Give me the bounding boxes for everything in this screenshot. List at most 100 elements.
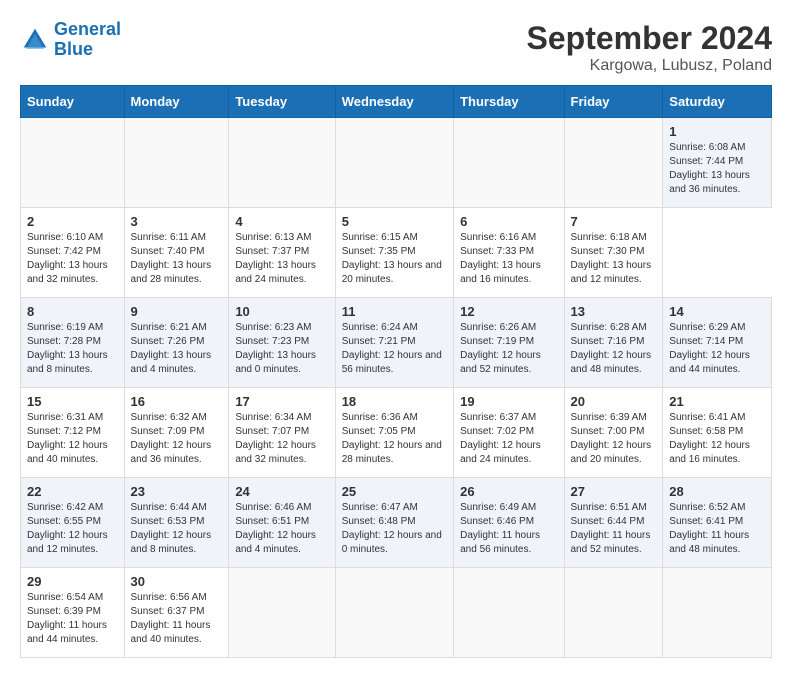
page-header: General Blue September 2024 Kargowa, Lub… — [20, 20, 772, 75]
day-info: Sunrise: 6:47 AMSunset: 6:48 PMDaylight:… — [342, 501, 447, 557]
logo-line1: General — [54, 19, 121, 39]
day-number: 16 — [131, 394, 223, 409]
day-info: Sunrise: 6:21 AMSunset: 7:26 PMDaylight:… — [131, 321, 223, 377]
calendar-week-row: 22 Sunrise: 6:42 AMSunset: 6:55 PMDayligh… — [21, 478, 772, 568]
calendar-cell: 6 Sunrise: 6:16 AMSunset: 7:33 PMDaylight… — [454, 208, 564, 298]
calendar-cell: 10Sunrise: 6:23 AMSunset: 7:23 PMDayligh… — [229, 298, 335, 388]
day-number: 13 — [571, 304, 657, 319]
calendar-cell: 21Sunrise: 6:41 AMSunset: 6:58 PMDayligh… — [663, 388, 772, 478]
day-info: Sunrise: 6:26 AMSunset: 7:19 PMDaylight:… — [460, 321, 557, 377]
day-info: Sunrise: 6:13 AMSunset: 7:37 PMDaylight:… — [235, 231, 328, 287]
day-info: Sunrise: 6:44 AMSunset: 6:53 PMDaylight:… — [131, 501, 223, 557]
day-info: Sunrise: 6:31 AMSunset: 7:12 PMDaylight:… — [27, 411, 118, 467]
calendar-cell: 15 Sunrise: 6:31 AMSunset: 7:12 PMDayligh… — [21, 388, 125, 478]
day-info: Sunrise: 6:15 AMSunset: 7:35 PMDaylight:… — [342, 231, 447, 287]
calendar-cell: 20 Sunrise: 6:39 AMSunset: 7:00 PMDayligh… — [564, 388, 663, 478]
day-info: Sunrise: 6:49 AMSunset: 6:46 PMDaylight:… — [460, 501, 557, 557]
day-info: Sunrise: 6:37 AMSunset: 7:02 PMDaylight:… — [460, 411, 557, 467]
calendar-cell: 7 Sunrise: 6:18 AMSunset: 7:30 PMDaylight… — [564, 208, 663, 298]
day-info: Sunrise: 6:34 AMSunset: 7:07 PMDaylight:… — [235, 411, 328, 467]
day-info: Sunrise: 6:42 AMSunset: 6:55 PMDaylight:… — [27, 501, 118, 557]
calendar-cell — [663, 568, 772, 658]
day-number: 22 — [27, 484, 118, 499]
day-number: 23 — [131, 484, 223, 499]
day-info: Sunrise: 6:56 AMSunset: 6:37 PMDaylight:… — [131, 591, 223, 647]
calendar-cell — [335, 568, 453, 658]
calendar-week-row: 2Sunrise: 6:10 AMSunset: 7:42 PMDaylight… — [21, 208, 772, 298]
day-info: Sunrise: 6:51 AMSunset: 6:44 PMDaylight:… — [571, 501, 657, 557]
day-number: 11 — [342, 304, 447, 319]
day-number: 28 — [669, 484, 765, 499]
day-info: Sunrise: 6:19 AMSunset: 7:28 PMDaylight:… — [27, 321, 118, 377]
calendar-header-row: SundayMondayTuesdayWednesdayThursdayFrid… — [21, 86, 772, 118]
calendar-table: SundayMondayTuesdayWednesdayThursdayFrid… — [20, 85, 772, 658]
calendar-cell: 5 Sunrise: 6:15 AMSunset: 7:35 PMDaylight… — [335, 208, 453, 298]
day-number: 29 — [27, 574, 118, 589]
header-day-saturday: Saturday — [663, 86, 772, 118]
calendar-cell: 28 Sunrise: 6:52 AMSunset: 6:41 PMDayligh… — [663, 478, 772, 568]
day-number: 24 — [235, 484, 328, 499]
day-info: Sunrise: 6:54 AMSunset: 6:39 PMDaylight:… — [27, 591, 118, 647]
day-info: Sunrise: 6:08 AMSunset: 7:44 PMDaylight:… — [669, 141, 765, 197]
day-number: 17 — [235, 394, 328, 409]
calendar-cell: 29 Sunrise: 6:54 AMSunset: 6:39 PMDayligh… — [21, 568, 125, 658]
day-number: 3 — [131, 214, 223, 229]
calendar-cell — [564, 118, 663, 208]
day-number: 7 — [571, 214, 657, 229]
calendar-week-row: 8 Sunrise: 6:19 AMSunset: 7:28 PMDaylight… — [21, 298, 772, 388]
day-number: 4 — [235, 214, 328, 229]
calendar-cell: 26Sunrise: 6:49 AMSunset: 6:46 PMDayligh… — [454, 478, 564, 568]
day-info: Sunrise: 6:11 AMSunset: 7:40 PMDaylight:… — [131, 231, 223, 287]
logo: General Blue — [20, 20, 121, 60]
calendar-cell: 3 Sunrise: 6:11 AMSunset: 7:40 PMDaylight… — [124, 208, 229, 298]
day-info: Sunrise: 6:41 AMSunset: 6:58 PMDaylight:… — [669, 411, 765, 467]
day-number: 30 — [131, 574, 223, 589]
calendar-week-row: 29 Sunrise: 6:54 AMSunset: 6:39 PMDayligh… — [21, 568, 772, 658]
day-info: Sunrise: 6:32 AMSunset: 7:09 PMDaylight:… — [131, 411, 223, 467]
logo-line2: Blue — [54, 39, 93, 59]
calendar-cell: 9 Sunrise: 6:21 AMSunset: 7:26 PMDaylight… — [124, 298, 229, 388]
calendar-cell: 8 Sunrise: 6:19 AMSunset: 7:28 PMDaylight… — [21, 298, 125, 388]
header-day-sunday: Sunday — [21, 86, 125, 118]
calendar-cell: 2Sunrise: 6:10 AMSunset: 7:42 PMDaylight… — [21, 208, 125, 298]
calendar-cell: 24 Sunrise: 6:46 AMSunset: 6:51 PMDayligh… — [229, 478, 335, 568]
day-number: 8 — [27, 304, 118, 319]
day-number: 5 — [342, 214, 447, 229]
calendar-cell: 25 Sunrise: 6:47 AMSunset: 6:48 PMDayligh… — [335, 478, 453, 568]
day-info: Sunrise: 6:46 AMSunset: 6:51 PMDaylight:… — [235, 501, 328, 557]
calendar-cell: 14Sunrise: 6:29 AMSunset: 7:14 PMDayligh… — [663, 298, 772, 388]
logo-icon — [20, 25, 50, 55]
day-number: 2 — [27, 214, 118, 229]
day-info: Sunrise: 6:18 AMSunset: 7:30 PMDaylight:… — [571, 231, 657, 287]
calendar-cell: 18Sunrise: 6:36 AMSunset: 7:05 PMDayligh… — [335, 388, 453, 478]
calendar-cell: 19Sunrise: 6:37 AMSunset: 7:02 PMDayligh… — [454, 388, 564, 478]
calendar-cell — [21, 118, 125, 208]
day-info: Sunrise: 6:52 AMSunset: 6:41 PMDaylight:… — [669, 501, 765, 557]
month-title: September 2024 — [527, 20, 772, 57]
day-number: 6 — [460, 214, 557, 229]
day-number: 20 — [571, 394, 657, 409]
header-day-thursday: Thursday — [454, 86, 564, 118]
title-block: September 2024 Kargowa, Lubusz, Poland — [527, 20, 772, 75]
day-info: Sunrise: 6:24 AMSunset: 7:21 PMDaylight:… — [342, 321, 447, 377]
calendar-cell: 4 Sunrise: 6:13 AMSunset: 7:37 PMDaylight… — [229, 208, 335, 298]
day-number: 18 — [342, 394, 447, 409]
calendar-cell: 30 Sunrise: 6:56 AMSunset: 6:37 PMDayligh… — [124, 568, 229, 658]
header-day-friday: Friday — [564, 86, 663, 118]
day-number: 9 — [131, 304, 223, 319]
day-number: 1 — [669, 124, 765, 139]
header-day-wednesday: Wednesday — [335, 86, 453, 118]
day-number: 15 — [27, 394, 118, 409]
day-info: Sunrise: 6:28 AMSunset: 7:16 PMDaylight:… — [571, 321, 657, 377]
location: Kargowa, Lubusz, Poland — [527, 57, 772, 75]
calendar-cell: 1 Sunrise: 6:08 AMSunset: 7:44 PMDaylight… — [663, 118, 772, 208]
calendar-cell — [229, 568, 335, 658]
calendar-cell — [229, 118, 335, 208]
day-info: Sunrise: 6:16 AMSunset: 7:33 PMDaylight:… — [460, 231, 557, 287]
day-number: 25 — [342, 484, 447, 499]
day-info: Sunrise: 6:39 AMSunset: 7:00 PMDaylight:… — [571, 411, 657, 467]
day-number: 12 — [460, 304, 557, 319]
header-day-tuesday: Tuesday — [229, 86, 335, 118]
calendar-cell: 12 Sunrise: 6:26 AMSunset: 7:19 PMDayligh… — [454, 298, 564, 388]
calendar-cell — [124, 118, 229, 208]
